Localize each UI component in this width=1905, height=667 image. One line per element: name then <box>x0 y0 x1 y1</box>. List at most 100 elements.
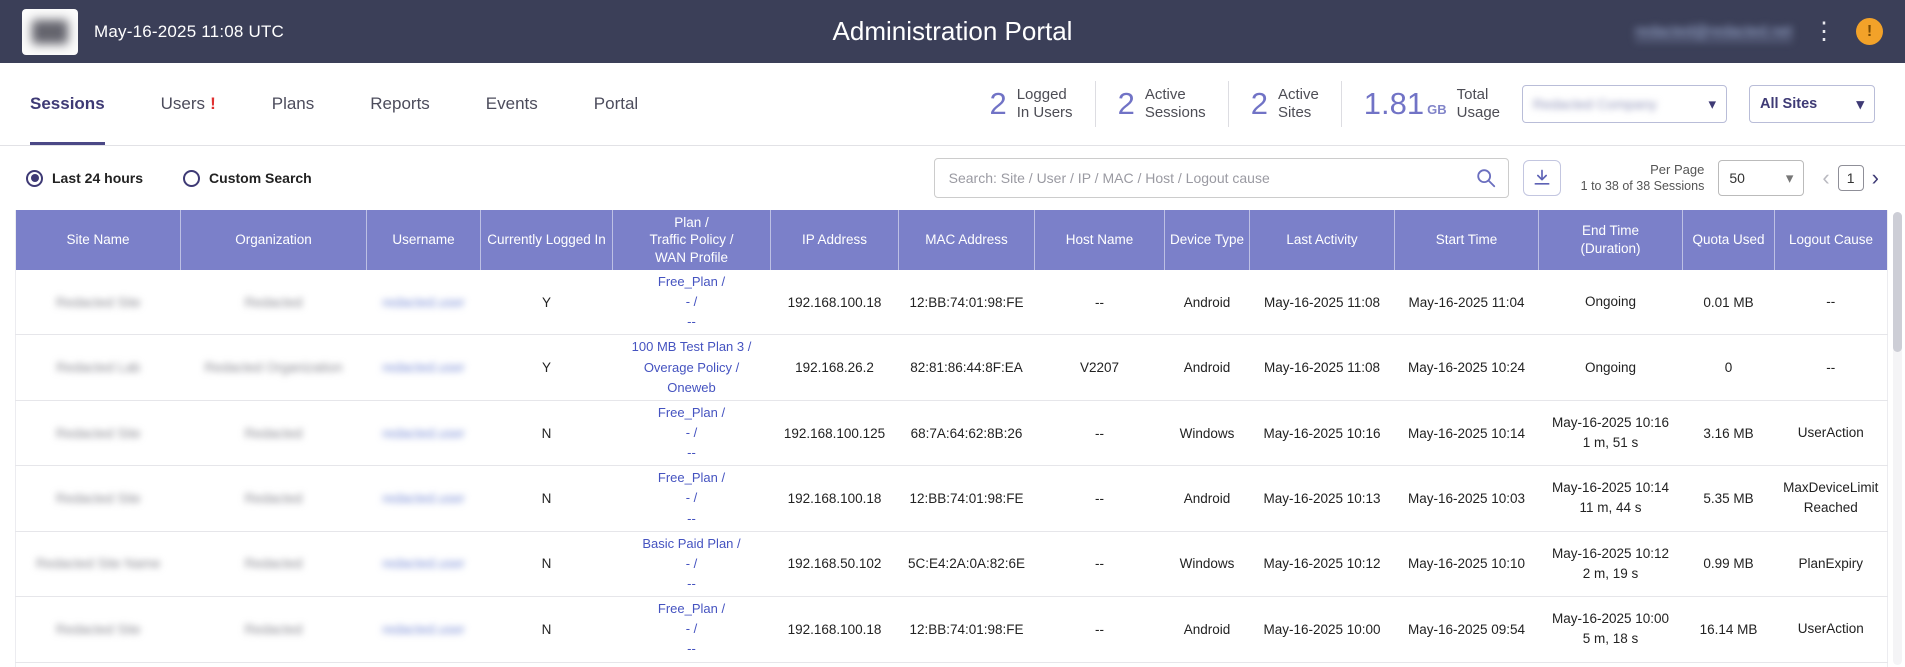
download-button[interactable] <box>1523 160 1561 196</box>
cell-host: -- <box>1035 400 1165 465</box>
cell-host: -- <box>1035 466 1165 531</box>
cell-plan[interactable]: Free_Plan / - / -- <box>613 270 771 335</box>
tab-users-label: Users <box>161 94 205 114</box>
radio-last-24-hours-label: Last 24 hours <box>52 170 143 186</box>
cell-plan[interactable]: Free_Plan / - / -- <box>613 597 771 662</box>
session-row: Redacted Site NameRedactedredacted.userN… <box>16 531 1888 596</box>
cell-logged: Y <box>481 335 613 400</box>
administration-portal: May-16-2025 11:08 UTC Administration Por… <box>0 0 1905 667</box>
cell-plan[interactable]: 100 MB Test Plan 3 / CaptiveDevicePolicy… <box>613 662 771 667</box>
cell-logged: N <box>481 597 613 662</box>
cell-site: Redacted Site Name <box>16 531 181 596</box>
stat-active-sessions: 2 Active Sessions <box>1118 86 1206 122</box>
per-page-info: Per Page 1 to 38 of 38 Sessions <box>1581 161 1705 195</box>
cell-ip: 192.168.100.125 <box>771 400 899 465</box>
tab-portal[interactable]: Portal <box>594 63 638 145</box>
tab-plans[interactable]: Plans <box>272 63 315 145</box>
column-header-quota: Quota Used <box>1683 210 1775 270</box>
cell-org: Redacted <box>181 597 367 662</box>
stat-total-usage-unit: GB <box>1427 102 1447 117</box>
cell-mac: 68:7A:64:62:8B:26 <box>899 400 1035 465</box>
cell-end: May-16-2025 10:00 5 m, 18 s <box>1539 597 1683 662</box>
search-icon[interactable] <box>1475 167 1497 189</box>
cell-user[interactable]: redacted.user <box>367 466 481 531</box>
topbar-right: redacted@redacted.net ⋮ ! <box>1635 18 1883 45</box>
column-header-mac: MAC Address <box>899 210 1035 270</box>
stat-total-usage-label: Total Usage <box>1457 86 1500 122</box>
cell-org: Redacted <box>181 466 367 531</box>
cell-user[interactable]: redacted.user <box>367 531 481 596</box>
radio-custom-search[interactable]: Custom Search <box>183 170 312 187</box>
cell-start: May-16-2025 10:10 <box>1395 531 1539 596</box>
cell-cause: -- <box>1775 270 1888 335</box>
cell-start: May-16-2025 09:54 <box>1395 597 1539 662</box>
chevron-down-icon: ▾ <box>1708 95 1716 113</box>
prev-page-button[interactable]: ‹ <box>1822 167 1829 189</box>
radio-selected-icon <box>26 170 43 187</box>
cell-plan[interactable]: Free_Plan / - / -- <box>613 466 771 531</box>
cell-start: May-16-2025 10:14 <box>1395 400 1539 465</box>
cell-user[interactable]: redacted.user <box>367 270 481 335</box>
cell-start: May-16-2025 10:03 <box>1395 466 1539 531</box>
cell-user[interactable]: redacted.user <box>367 400 481 465</box>
cell-quota: 0 <box>1683 335 1775 400</box>
notification-icon[interactable]: ! <box>1856 18 1883 45</box>
cell-site: Redacted Site <box>16 400 181 465</box>
tab-stats-row: Sessions Users! Plans Reports Events Por… <box>0 63 1905 146</box>
scrollbar-thumb[interactable] <box>1893 212 1902 352</box>
cell-cause: MaxDeviceLimit Reached <box>1775 466 1888 531</box>
column-header-user: Username <box>367 210 481 270</box>
tab-sessions[interactable]: Sessions <box>30 63 105 145</box>
cell-cause: UserAction <box>1775 400 1888 465</box>
cell-host: -- <box>1035 597 1165 662</box>
cell-user[interactable]: redacted.user <box>367 662 481 667</box>
cell-user[interactable]: redacted.user <box>367 597 481 662</box>
tab-reports[interactable]: Reports <box>370 63 430 145</box>
all-sites-select-value: All Sites <box>1760 96 1817 112</box>
cell-device: Android <box>1165 597 1250 662</box>
cell-site: Redacted Lab <box>16 662 181 667</box>
organization-select-value: Redacted Company <box>1533 96 1657 112</box>
cell-device: Android <box>1165 335 1250 400</box>
stat-active-sessions-value: 2 <box>1118 86 1135 122</box>
brand-logo[interactable] <box>22 9 78 55</box>
search-box <box>934 158 1509 198</box>
organization-select[interactable]: Redacted Company ▾ <box>1522 85 1727 123</box>
column-header-cause: Logout Cause <box>1775 210 1888 270</box>
cell-org: Redacted Organization <box>181 335 367 400</box>
cell-plan[interactable]: 100 MB Test Plan 3 / Overage Policy / On… <box>613 335 771 400</box>
stat-active-sessions-label: Active Sessions <box>1145 86 1206 122</box>
cell-plan[interactable]: Free_Plan / - / -- <box>613 400 771 465</box>
column-header-logged: Currently Logged In <box>481 210 613 270</box>
per-page-label: Per Page <box>1650 161 1704 179</box>
tab-portal-label: Portal <box>594 94 638 114</box>
session-row: Redacted LabRedacted Organizationredacte… <box>16 335 1888 400</box>
cell-mac: 5C:E4:2A:0A:82:6E <box>899 531 1035 596</box>
cell-site: Redacted Lab <box>16 335 181 400</box>
radio-last-24-hours[interactable]: Last 24 hours <box>26 170 143 187</box>
table-scrollbar[interactable] <box>1893 212 1902 665</box>
tab-events-label: Events <box>486 94 538 114</box>
session-row: Redacted SiteRedactedredacted.userNFree_… <box>16 597 1888 662</box>
account-email-link[interactable]: redacted@redacted.net <box>1635 23 1792 41</box>
cell-logged: Y <box>481 270 613 335</box>
tab-users[interactable]: Users! <box>161 63 216 145</box>
brand-logo-image <box>32 20 68 44</box>
all-sites-select[interactable]: All Sites ▾ <box>1749 85 1875 123</box>
cell-start: May-16-2025 11:04 <box>1395 270 1539 335</box>
tab-events[interactable]: Events <box>486 63 538 145</box>
next-page-button[interactable]: › <box>1872 167 1879 189</box>
search-input[interactable] <box>934 158 1509 198</box>
cell-device: Windows <box>1165 400 1250 465</box>
cell-plan[interactable]: Basic Paid Plan / - / -- <box>613 531 771 596</box>
cell-device: Android <box>1165 270 1250 335</box>
cell-logged: N <box>481 466 613 531</box>
cell-quota: 16.14 MB <box>1683 597 1775 662</box>
cell-ip: 192.168.50.102 <box>771 531 899 596</box>
stat-logged-in-users-value: 2 <box>989 86 1006 122</box>
per-page-select[interactable]: 50 ▾ <box>1718 160 1804 196</box>
current-page-number[interactable]: 1 <box>1838 165 1864 191</box>
kebab-menu-icon[interactable]: ⋮ <box>1810 20 1838 44</box>
stat-active-sites-label: Active Sites <box>1278 86 1319 122</box>
cell-user[interactable]: redacted.user <box>367 335 481 400</box>
